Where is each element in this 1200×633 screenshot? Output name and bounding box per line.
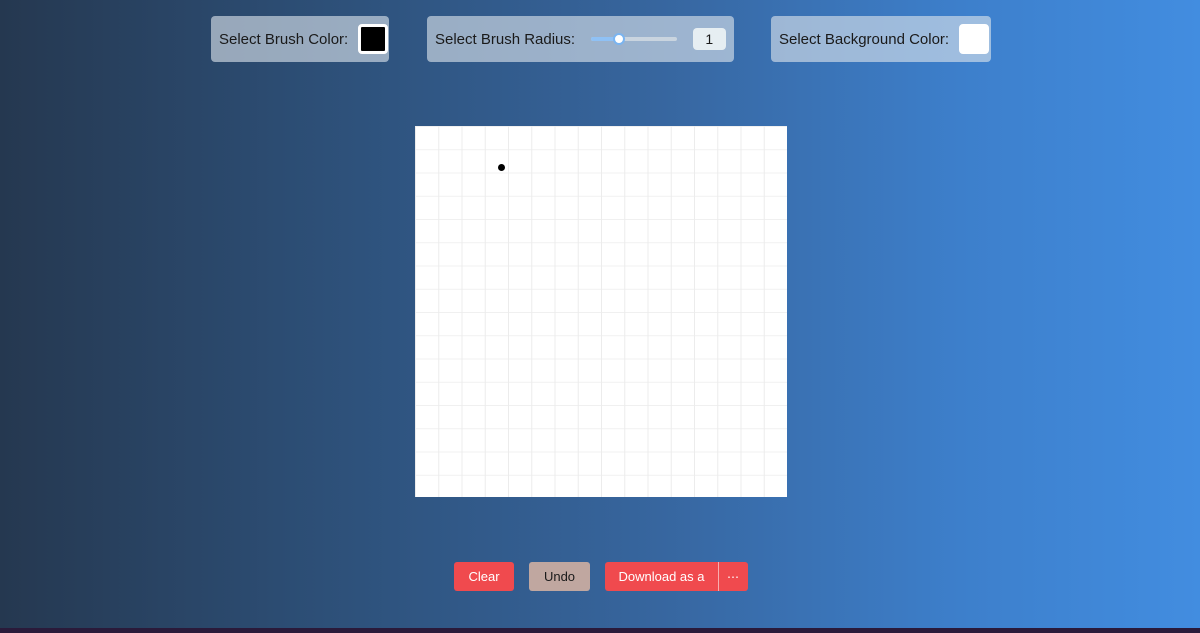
slider-thumb[interactable] [613, 33, 626, 45]
brush-radius-slider[interactable] [591, 33, 677, 45]
background-color-control: Select Background Color: [771, 16, 991, 62]
download-button[interactable]: Download as a [605, 562, 718, 591]
brush-color-picker[interactable] [358, 24, 389, 54]
clear-button[interactable]: Clear [454, 562, 514, 591]
brush-radius-label: Select Brush Radius: [435, 30, 576, 48]
drawing-app: { "controls": { "brush_color": { "label"… [0, 0, 1200, 633]
download-options-icon[interactable]: ⋯ [718, 562, 748, 591]
drawing-canvas[interactable] [415, 126, 787, 497]
brush-radius-value[interactable]: 1 [692, 28, 726, 50]
undo-button[interactable]: Undo [529, 562, 590, 591]
brush-radius-control: Select Brush Radius: 1 [427, 16, 734, 62]
background-color-label: Select Background Color: [779, 30, 950, 48]
background-color-picker[interactable] [959, 24, 990, 54]
brush-color-control: Select Brush Color: [211, 16, 389, 62]
brush-stroke-dot [498, 164, 505, 171]
brush-color-label: Select Brush Color: [219, 30, 349, 48]
bottom-border [0, 628, 1200, 633]
